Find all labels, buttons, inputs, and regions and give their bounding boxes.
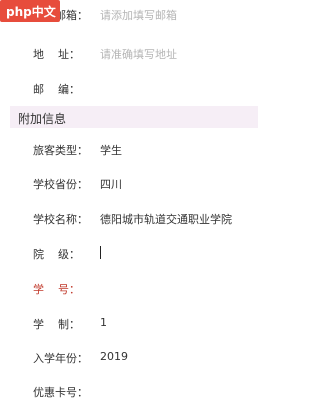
watermark-text: php中文网 bbox=[6, 5, 56, 36]
text-cursor bbox=[100, 246, 101, 259]
school-name-label: 学校名称： bbox=[33, 213, 88, 226]
school-name-value[interactable]: 德阳城市轨道交通职业学院 bbox=[100, 211, 232, 227]
department-row[interactable]: 院 级： bbox=[0, 243, 292, 265]
traveler-type-row[interactable]: 旅客类型： 学生 bbox=[0, 139, 292, 161]
school-province-row[interactable]: 学校省份： 四川 bbox=[0, 173, 292, 195]
traveler-type-label: 旅客类型： bbox=[33, 144, 88, 157]
department-label: 院 级： bbox=[33, 248, 80, 261]
school-province-label: 学校省份： bbox=[33, 178, 88, 191]
postcode-label: 邮 编： bbox=[33, 83, 80, 96]
additional-info-section-header: 附加信息 bbox=[10, 106, 258, 128]
school-name-row[interactable]: 学校名称： 德阳城市轨道交通职业学院 bbox=[0, 208, 292, 230]
address-field[interactable]: 请准确填写地址 bbox=[100, 46, 177, 62]
address-row: 地 址： 请准确填写地址 bbox=[0, 43, 292, 65]
enrollment-year-label: 入学年份： bbox=[33, 352, 88, 365]
traveler-type-value[interactable]: 学生 bbox=[100, 142, 122, 158]
postcode-row: 邮 编： bbox=[0, 78, 292, 100]
address-label: 地 址： bbox=[33, 48, 80, 61]
passenger-form-page: 电子邮箱： 请添加填写邮箱 php中文网 地 址： 请准确填写地址 邮 编： 附… bbox=[0, 0, 292, 403]
php-cn-watermark-logo: php中文网 bbox=[0, 0, 60, 36]
discount-card-row[interactable]: 优惠卡号： bbox=[0, 381, 292, 403]
schooling-years-label: 学 制： bbox=[33, 318, 80, 331]
enrollment-year-value[interactable]: 2019 bbox=[100, 350, 128, 363]
enrollment-year-row[interactable]: 入学年份： 2019 bbox=[0, 347, 292, 369]
school-province-value[interactable]: 四川 bbox=[100, 176, 122, 192]
section-title: 附加信息 bbox=[18, 112, 67, 126]
student-no-row[interactable]: 学 号： bbox=[0, 278, 292, 300]
student-no-label: 学 号： bbox=[33, 283, 80, 296]
discount-card-label: 优惠卡号： bbox=[33, 386, 88, 399]
schooling-years-value[interactable]: 1 bbox=[100, 316, 107, 329]
schooling-years-row[interactable]: 学 制： 1 bbox=[0, 313, 292, 335]
email-field[interactable]: 请添加填写邮箱 bbox=[100, 7, 177, 23]
